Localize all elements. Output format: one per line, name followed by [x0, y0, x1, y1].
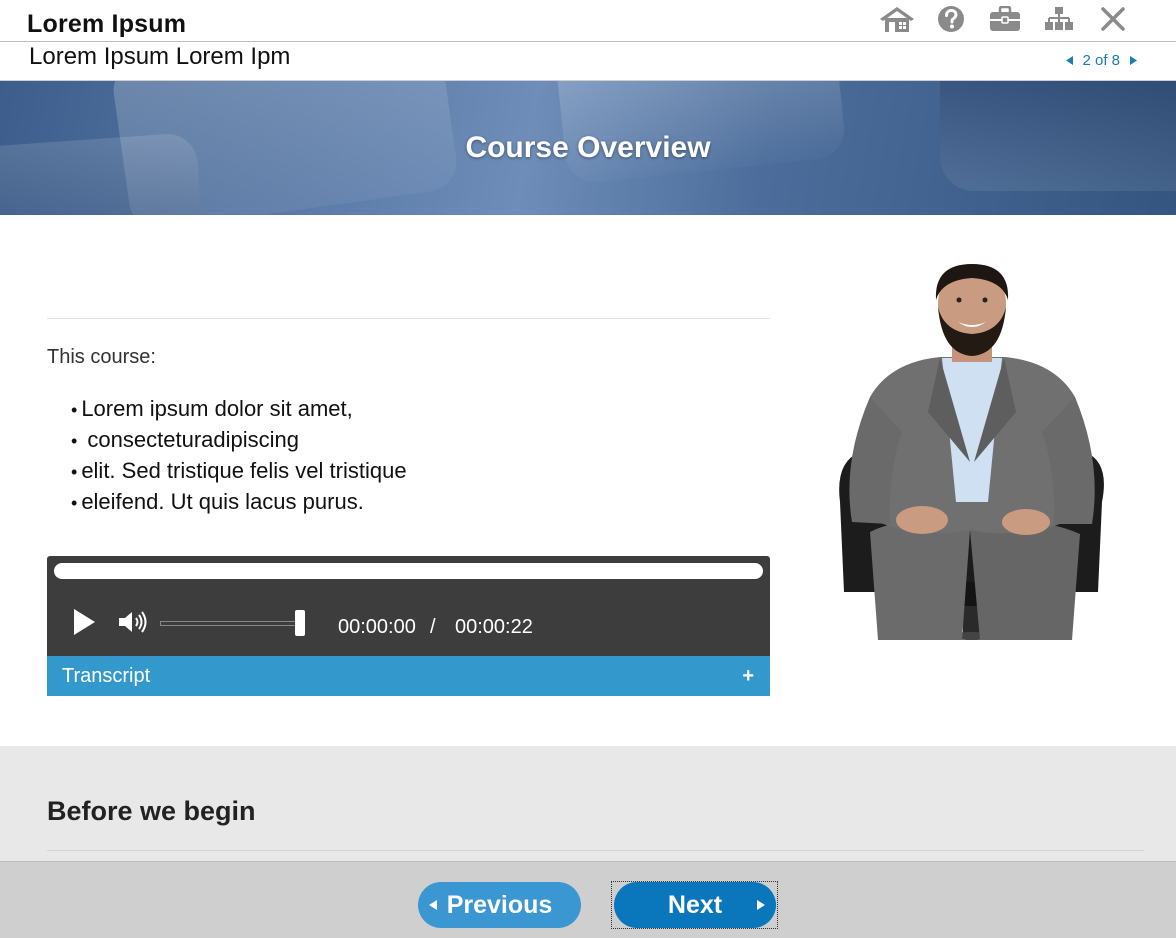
list-item: Lorem ipsum dolor sit amet,: [71, 394, 407, 425]
home-icon: [880, 7, 914, 32]
volume-level: [161, 622, 301, 625]
before-we-begin-section: Before we begin: [0, 746, 1176, 862]
triangle-right-icon: [1129, 56, 1137, 65]
page-counter: 2 of 8: [1082, 52, 1120, 69]
bullet-list: Lorem ipsum dolor sit amet, consectetura…: [71, 394, 407, 518]
time-separator: /: [430, 616, 436, 638]
header-divider: [0, 41, 1176, 42]
previous-button[interactable]: Previous: [418, 882, 581, 928]
content-divider: [47, 318, 770, 319]
list-item: consecteturadipiscing: [71, 425, 407, 456]
pager-next-arrow[interactable]: [1128, 55, 1138, 67]
current-time: 00:00:00: [338, 616, 416, 638]
page-title: Course Overview: [465, 131, 711, 164]
course-title: Lorem Ipsum Lorem Ipm: [29, 43, 291, 70]
intro-text: This course:: [47, 346, 156, 368]
duration: 00:00:22: [455, 616, 533, 638]
volume-handle[interactable]: [295, 610, 305, 636]
help-button[interactable]: [924, 4, 978, 34]
banner: Course Overview: [0, 81, 1176, 215]
section-heading: Before we begin: [47, 796, 256, 826]
audio-player: 00:00:00 / 00:00:22: [47, 556, 770, 656]
triangle-left-icon: [429, 900, 437, 910]
previous-label: Previous: [446, 890, 553, 919]
volume-slider[interactable]: [160, 621, 302, 626]
presenter-photo: [839, 264, 1104, 640]
pager-prev-arrow[interactable]: [1064, 55, 1074, 67]
transcript-toggle[interactable]: Transcript +: [47, 656, 770, 696]
help-icon: [938, 6, 964, 32]
app-title: Lorem Ipsum: [27, 10, 187, 38]
toolbox-icon: [990, 6, 1020, 31]
next-label: Next: [667, 890, 723, 919]
triangle-right-icon: [757, 900, 765, 910]
page-pager: 2 of 8: [1064, 52, 1138, 69]
footer-nav: Previous Next: [0, 861, 1176, 938]
close-button[interactable]: [1086, 4, 1140, 34]
toolbar: [870, 4, 1140, 34]
resources-button[interactable]: [978, 4, 1032, 34]
expand-icon: +: [742, 665, 754, 687]
transcript-label: Transcript: [62, 665, 151, 687]
volume-icon[interactable]: [118, 609, 148, 635]
sitemap-button[interactable]: [1032, 4, 1086, 34]
sitemap-icon: [1045, 7, 1073, 30]
close-icon: [1101, 7, 1125, 31]
list-item: eleifend. Ut quis lacus purus.: [71, 487, 407, 518]
next-button[interactable]: Next: [614, 882, 776, 928]
header: Lorem Ipsum Lorem Ipsum Lorem Ipm 2 of 8: [0, 0, 1176, 81]
section-divider: [47, 850, 1144, 851]
triangle-left-icon: [1065, 56, 1073, 65]
home-button[interactable]: [870, 4, 924, 34]
list-item: elit. Sed tristique felis vel tristique: [71, 456, 406, 487]
seek-bar[interactable]: [54, 563, 763, 579]
play-icon[interactable]: [69, 606, 99, 638]
